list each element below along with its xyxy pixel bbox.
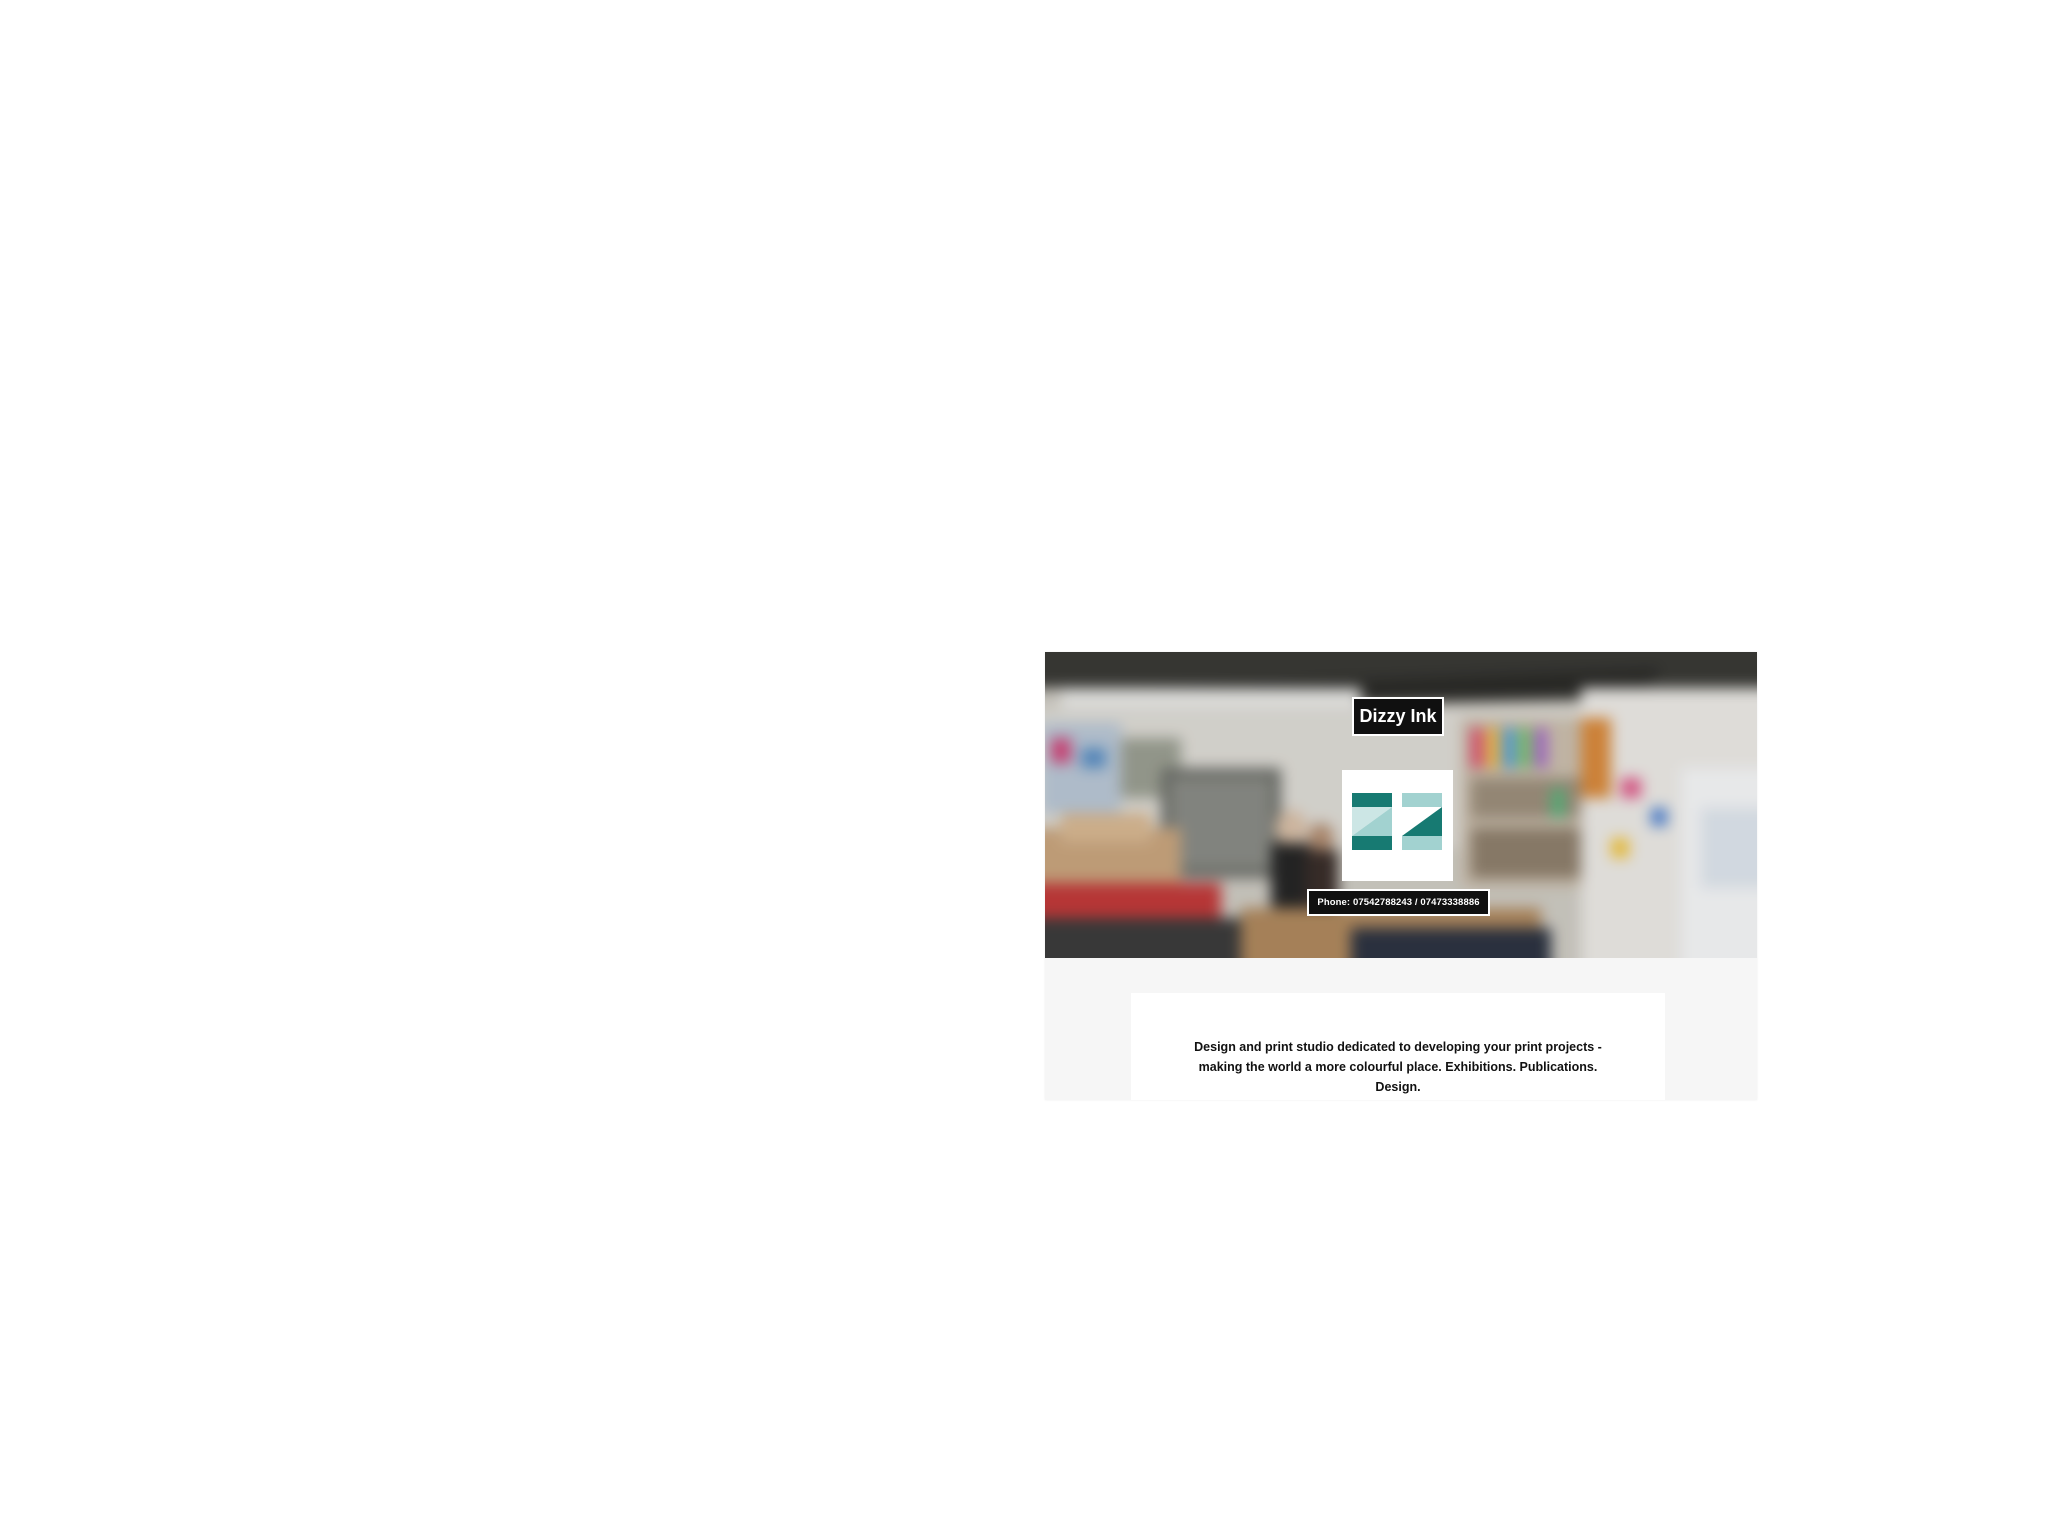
logo[interactable] <box>1342 770 1453 881</box>
site-title[interactable]: Dizzy Ink <box>1352 697 1444 736</box>
dizzy-ink-logo-icon <box>1352 793 1442 850</box>
intro-tagline: Design and print studio dedicated to dev… <box>1194 1040 1602 1094</box>
page-card: Dizzy Ink Phone: 07542788243 / 074733388… <box>1045 652 1757 1100</box>
hero-banner: Dizzy Ink Phone: 07542788243 / 074733388… <box>1045 652 1757 958</box>
intro-card: Design and print studio dedicated to dev… <box>1131 993 1665 1100</box>
phone-badge[interactable]: Phone: 07542788243 / 07473338886 <box>1307 889 1490 916</box>
